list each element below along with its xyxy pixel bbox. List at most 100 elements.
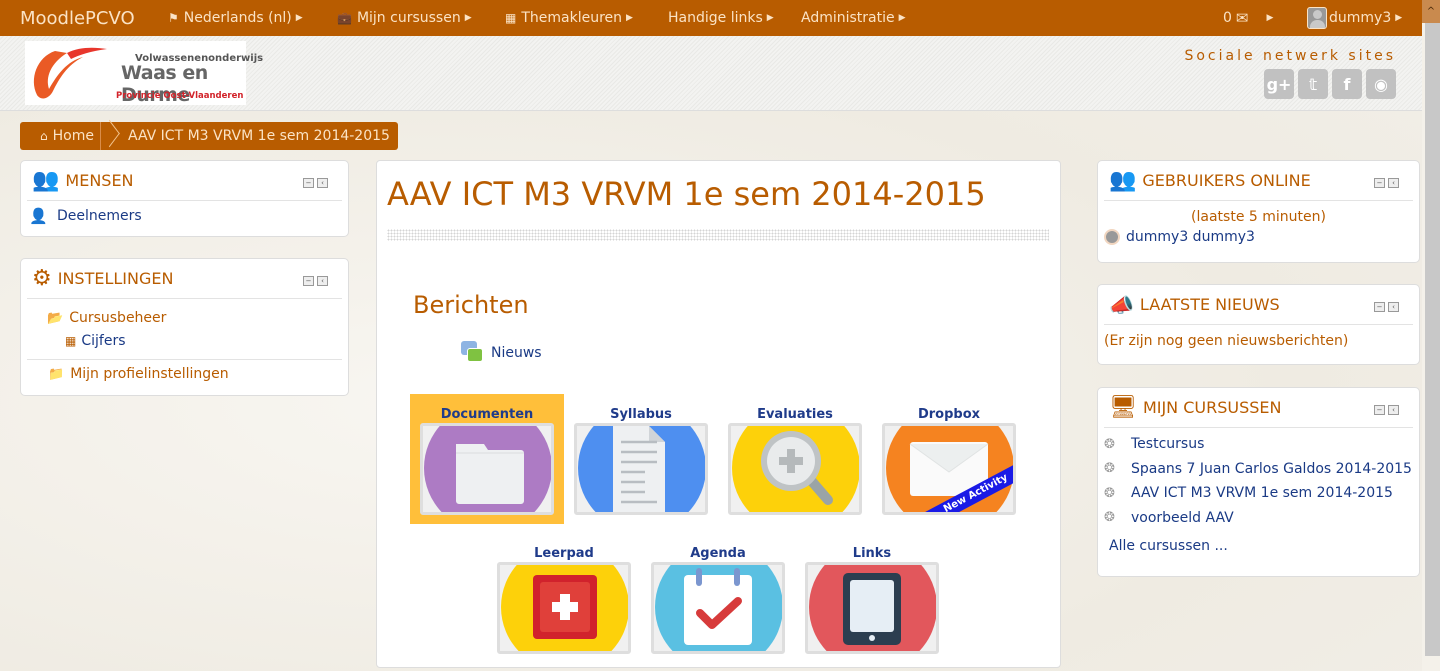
profile-settings-link[interactable]: Mijn profielinstellingen <box>70 366 228 382</box>
cogs-icon: ⚙ <box>32 266 52 291</box>
caret-right-icon: ▶ <box>898 13 906 23</box>
dribbble-icon[interactable]: ◉ <box>1366 69 1396 99</box>
breadcrumb: ⌂ Home AAV ICT M3 VRVM 1e sem 2014-2015 <box>20 122 398 150</box>
course-link[interactable]: AAV ICT M3 VRVM 1e sem 2014-2015 <box>1131 485 1393 501</box>
grades-link[interactable]: Cijfers <box>81 333 125 349</box>
dock-block-button[interactable]: ‹ <box>1388 302 1399 312</box>
brand-link[interactable]: MoodlePCVO <box>20 8 168 29</box>
nav-language[interactable]: ⚑ Nederlands (nl) ▶ <box>168 0 303 36</box>
logo-swoosh-icon <box>33 47 107 99</box>
course-item[interactable]: ❂ voorbeeld AAV <box>1104 506 1419 531</box>
flag-icon: ⚑ <box>168 11 179 25</box>
plus-box-icon <box>533 575 597 639</box>
social-icons: g+ 𝕥 f ◉ <box>1264 69 1396 99</box>
tile-documents[interactable]: Documenten <box>410 394 564 524</box>
course-item[interactable]: ❂ Spaans 7 Juan Carlos Galdos 2014-2015 <box>1104 457 1419 482</box>
all-courses-link[interactable]: Alle cursussen ... <box>1104 530 1419 554</box>
nav-useful-links[interactable]: Handige links ▶ <box>668 0 774 36</box>
tile-syllabus[interactable]: Syllabus <box>564 394 718 524</box>
title-divider <box>387 229 1049 241</box>
course-admin-link[interactable]: Cursusbeheer <box>69 310 166 326</box>
course-link[interactable]: Spaans 7 Juan Carlos Galdos 2014-2015 <box>1131 461 1412 477</box>
course-list: ❂ Testcursus ❂ Spaans 7 Juan Carlos Gald… <box>1098 428 1419 554</box>
monitor-icon: 🖥 <box>1109 395 1137 420</box>
dock-block-button[interactable]: ‹ <box>1388 405 1399 415</box>
profile-settings-item[interactable]: 📁 Mijn profielinstellingen <box>21 360 348 382</box>
tile-learning-path[interactable]: Leerpad <box>487 533 641 663</box>
dock-block-button[interactable]: ‹ <box>317 276 328 286</box>
course-admin-section: 📂 Cursusbeheer ▦ Cijfers <box>27 299 342 360</box>
block-settings: ⚙ INSTELLINGEN − ‹ 📂 Cursusbeheer ▦ Cijf… <box>20 258 349 396</box>
news-forum-link[interactable]: Nieuws <box>461 341 542 365</box>
course-item[interactable]: ❂ Testcursus <box>1104 432 1419 457</box>
online-user[interactable]: dummy3 dummy3 <box>1098 225 1419 245</box>
breadcrumb-current[interactable]: AAV ICT M3 VRVM 1e sem 2014-2015 <box>128 128 390 144</box>
list-item[interactable]: 👤 Deelnemers <box>21 201 348 225</box>
participants-link[interactable]: Deelnemers <box>57 208 142 224</box>
tile-image <box>651 562 785 654</box>
breadcrumb-home[interactable]: ⌂ Home <box>20 122 101 150</box>
collapse-block-button[interactable]: − <box>1374 405 1385 415</box>
caret-right-icon: ▶ <box>464 13 472 23</box>
collapse-block-button[interactable]: − <box>1374 302 1385 312</box>
tile-label: Evaluaties <box>757 407 833 422</box>
home-icon: ⌂ <box>40 129 48 143</box>
tile-agenda[interactable]: Agenda <box>641 533 795 663</box>
block-latest-news-header: 📣 LAATSTE NIEUWS − ‹ <box>1104 285 1413 325</box>
course-link[interactable]: voorbeeld AAV <box>1131 510 1234 526</box>
nav-administration[interactable]: Administratie ▶ <box>801 0 906 36</box>
collapse-block-button[interactable]: − <box>303 276 314 286</box>
online-user-link[interactable]: dummy3 dummy3 <box>1126 229 1255 245</box>
nav-messages[interactable]: 0 ✉ ▶ <box>1223 0 1273 36</box>
tile-evaluations[interactable]: Evaluaties <box>718 394 872 524</box>
block-settings-header: ⚙ INSTELLINGEN − ‹ <box>27 259 342 299</box>
google-plus-icon[interactable]: g+ <box>1264 69 1294 99</box>
page-scrollbar[interactable]: ^ <box>1422 0 1440 671</box>
messages-count: 0 <box>1223 10 1232 26</box>
dock-block-button[interactable]: ‹ <box>317 178 328 188</box>
block-controls: − ‹ <box>303 276 328 286</box>
logo-line-3: Provincie Oost-Vlaanderen <box>116 91 244 101</box>
collapse-block-button[interactable]: − <box>1374 178 1385 188</box>
document-icon <box>613 426 665 512</box>
tile-label: Leerpad <box>534 546 594 561</box>
course-icon: ❂ <box>1104 461 1115 477</box>
scroll-up-button[interactable]: ^ <box>1422 0 1440 23</box>
collapse-block-button[interactable]: − <box>303 178 314 188</box>
tile-dropbox[interactable]: Dropbox New Activity <box>872 394 1026 524</box>
nav-theme-colors[interactable]: ▦ Themakleuren ▶ <box>505 0 633 36</box>
tile-image <box>574 423 708 515</box>
caret-right-icon: ▶ <box>1395 13 1403 23</box>
grades-item[interactable]: ▦ Cijfers <box>47 329 342 353</box>
tile-image <box>420 423 554 515</box>
caret-right-icon: ▶ <box>766 13 774 23</box>
magnifier-plus-icon <box>761 431 833 505</box>
nav-user-menu[interactable]: dummy3 ▶ <box>1307 0 1402 36</box>
nav-my-courses[interactable]: 💼 Mijn cursussen ▶ <box>337 0 472 36</box>
course-admin-item[interactable]: 📂 Cursusbeheer <box>47 307 342 329</box>
tile-label: Agenda <box>690 546 746 561</box>
block-my-courses: 🖥 MIJN CURSUSSEN − ‹ ❂ Testcursus ❂ Spaa… <box>1097 387 1420 577</box>
course-item[interactable]: ❂ AAV ICT M3 VRVM 1e sem 2014-2015 <box>1104 481 1419 506</box>
no-news-text: (Er zijn nog geen nieuwsberichten) <box>1104 333 1349 349</box>
tile-label: Dropbox <box>917 407 981 422</box>
breadcrumb-separator <box>103 122 123 150</box>
block-people-header: 👥 MENSEN − ‹ <box>27 161 342 201</box>
scroll-thumb[interactable] <box>1425 23 1440 656</box>
dock-block-button[interactable]: ‹ <box>1388 178 1399 188</box>
block-my-courses-header: 🖥 MIJN CURSUSSEN − ‹ <box>1104 388 1413 428</box>
twitter-icon[interactable]: 𝕥 <box>1298 69 1328 99</box>
nav-useful-links-label: Handige links <box>668 10 763 26</box>
block-controls: − ‹ <box>1374 178 1399 188</box>
course-link[interactable]: Testcursus <box>1131 436 1204 452</box>
tile-image: New Activity <box>882 423 1016 515</box>
site-logo[interactable]: Volwassenenonderwijs Waas en Durme Provi… <box>25 41 263 106</box>
tile-label: Links <box>852 546 892 561</box>
block-controls: − ‹ <box>1374 302 1399 312</box>
section-title: Berichten <box>413 291 529 319</box>
nav-my-courses-label: Mijn cursussen <box>356 10 461 26</box>
tile-links[interactable]: Links <box>795 533 949 663</box>
facebook-icon[interactable]: f <box>1332 69 1362 99</box>
caret-right-icon: ▶ <box>1266 13 1274 23</box>
nav-administration-label: Administratie <box>801 10 895 26</box>
